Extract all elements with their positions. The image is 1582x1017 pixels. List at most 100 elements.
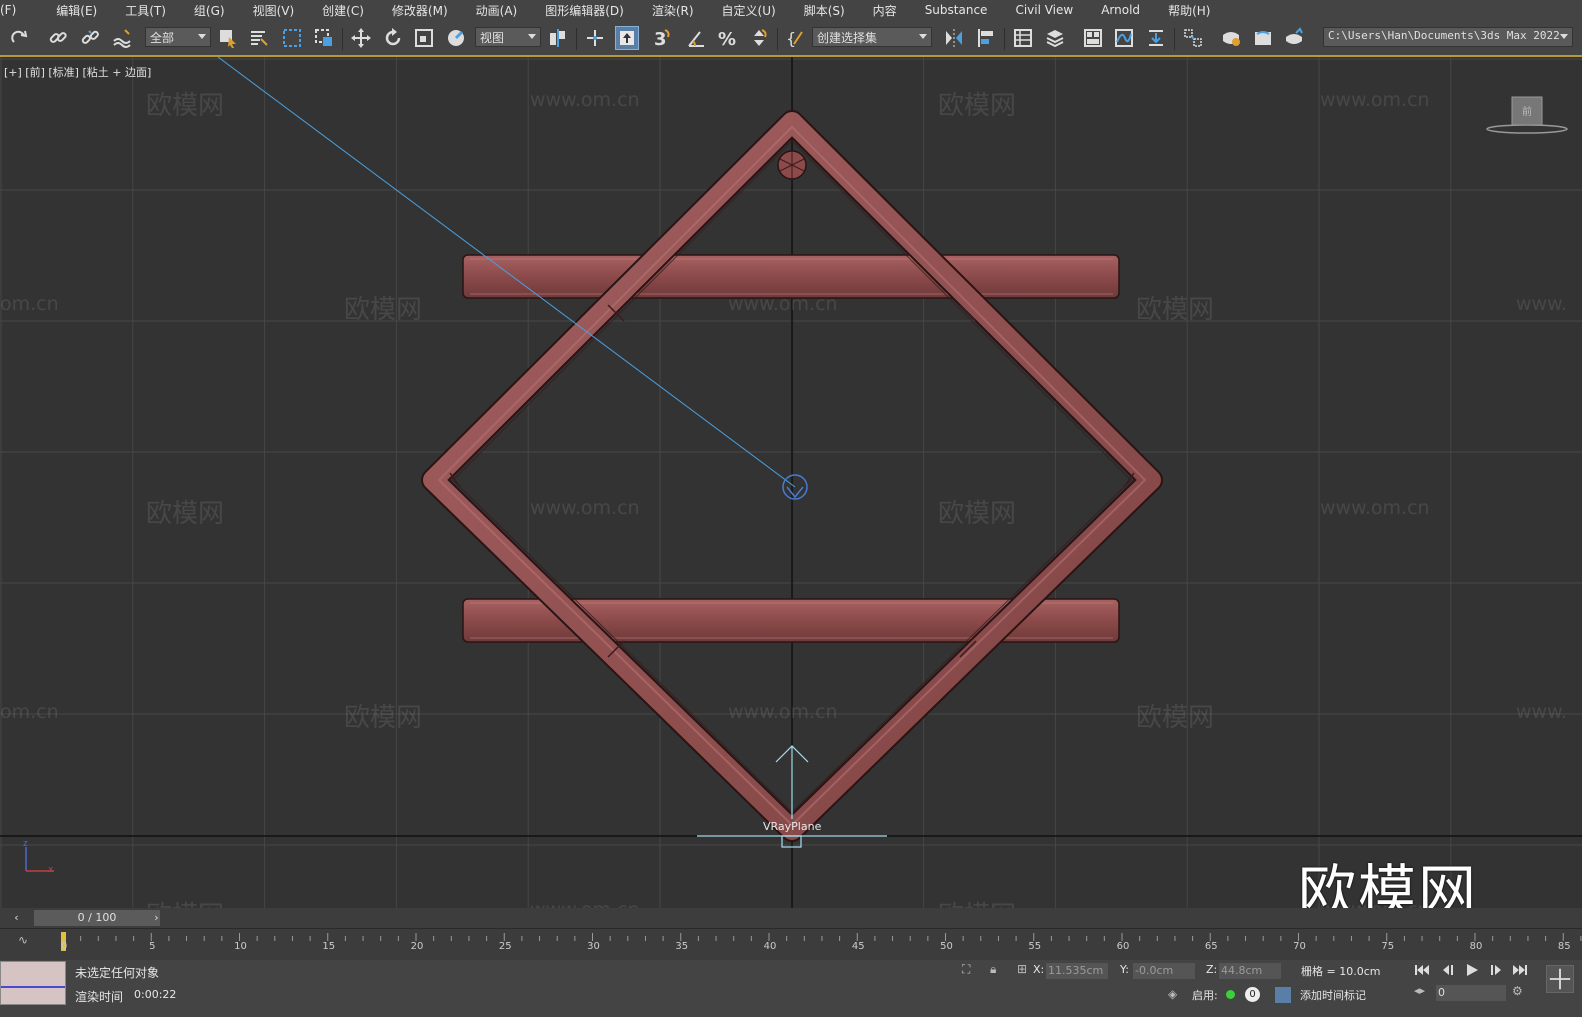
select-by-name-icon[interactable]: [247, 26, 271, 50]
spinner-snap-icon[interactable]: [747, 26, 771, 50]
viewport-label[interactable]: [+] [前] [标准] [粘土 + 边面]: [4, 64, 151, 80]
status-bar: 未选定任何对象 渲染时间 0:00:22 ⛶ 🔒︎ ⊞ X: 11.535cm …: [0, 960, 1582, 1017]
render-production-icon[interactable]: [1282, 26, 1306, 50]
curve-editor-icon[interactable]: [1112, 26, 1136, 50]
time-step-icon[interactable]: ◂▸: [1414, 984, 1425, 997]
unlink-icon[interactable]: [78, 26, 102, 50]
menu-substance[interactable]: Substance: [911, 3, 1002, 17]
current-frame-field[interactable]: 0: [1436, 985, 1506, 1001]
keyboard-shortcut-override-icon[interactable]: [615, 26, 639, 50]
chevron-left-icon[interactable]: ‹: [10, 910, 23, 926]
menu-create[interactable]: 创建(C): [308, 2, 378, 19]
isolate-selection-icon[interactable]: ⛶: [962, 962, 970, 977]
rendered-frame-window-icon[interactable]: [1251, 26, 1275, 50]
watermark: 欧模网: [344, 703, 423, 733]
menu-help[interactable]: 帮助(H): [1154, 2, 1224, 19]
viewport-grid: [0, 57, 1582, 908]
select-manipulate-icon[interactable]: [583, 26, 607, 50]
chevron-down-icon: [198, 34, 206, 39]
timeline-tick-label: 75: [1381, 941, 1395, 952]
timeline-tick-label: 5: [149, 941, 156, 952]
axis-x-label: x: [48, 865, 54, 875]
layer-explorer-icon[interactable]: [1043, 26, 1067, 50]
svg-text:3: 3: [654, 29, 667, 49]
adaptive-degradation-icon[interactable]: ◈: [1168, 987, 1177, 1001]
timeline-track[interactable]: ∿ 0 5 10 15 20 25 30 35 40 45 50 55 60 65 70 75 80 85: [0, 928, 1582, 961]
percent-snap-icon[interactable]: %: [716, 26, 740, 50]
maxscript-listener-preview[interactable]: [0, 961, 66, 1005]
menu-modifiers[interactable]: 修改器(M): [378, 2, 462, 19]
lock-icon[interactable]: 🔒︎: [990, 962, 996, 977]
scale-icon[interactable]: [412, 26, 436, 50]
selection-filter-dropdown[interactable]: 全部: [145, 27, 211, 47]
project-path-value: C:\Users\Han\Documents\3ds Max 2022: [1328, 29, 1560, 42]
chevron-down-icon: [1560, 34, 1568, 39]
menu-customize[interactable]: 自定义(U): [708, 2, 790, 19]
time-config-icon[interactable]: ⚙: [1512, 984, 1523, 998]
menu-view[interactable]: 视图(V): [239, 2, 309, 19]
time-slider-value[interactable]: 0 / 100: [34, 910, 160, 926]
next-frame-icon[interactable]: [1486, 961, 1506, 979]
go-to-end-icon[interactable]: [1510, 961, 1530, 979]
menu-civil-view[interactable]: Civil View: [1001, 3, 1087, 17]
scene-explorer-icon[interactable]: [1011, 26, 1035, 50]
render-setup-icon[interactable]: [1219, 26, 1243, 50]
menu-graph-editors[interactable]: 图形编辑器(D): [531, 2, 638, 19]
project-path-dropdown[interactable]: C:\Users\Han\Documents\3ds Max 2022: [1323, 27, 1573, 47]
window-crossing-icon[interactable]: [312, 26, 336, 50]
z-coordinate-field[interactable]: 44.8cm: [1219, 963, 1281, 979]
link-icon[interactable]: [46, 26, 70, 50]
snaps-toggle-icon[interactable]: 3: [651, 26, 675, 50]
menu-file[interactable]: (F): [0, 3, 30, 17]
chevron-right-icon[interactable]: ›: [150, 910, 163, 926]
chevron-down-icon: [919, 34, 927, 39]
placement-icon[interactable]: [444, 26, 468, 50]
mini-curve-editor-icon[interactable]: ∿: [18, 933, 28, 947]
add-time-tag-button[interactable]: 添加时间标记: [1300, 987, 1366, 1003]
go-to-start-icon[interactable]: [1412, 961, 1432, 979]
align-icon[interactable]: [974, 26, 998, 50]
x-coordinate-field[interactable]: 11.535cm: [1046, 963, 1108, 979]
menu-rendering[interactable]: 渲染(R): [638, 2, 708, 19]
viewport-navigation-icon[interactable]: [1546, 965, 1574, 993]
time-slider[interactable]: ‹ 0 / 100 ›: [10, 910, 160, 926]
rectangular-selection-icon[interactable]: [280, 26, 304, 50]
select-object-icon[interactable]: [216, 26, 240, 50]
toolbar-separator: [1174, 28, 1175, 50]
rotate-icon[interactable]: [381, 26, 405, 50]
menu-arnold[interactable]: Arnold: [1087, 3, 1154, 17]
time-tag-icon[interactable]: [1275, 987, 1291, 1003]
timeline-ticks: [62, 933, 1582, 941]
menu-edit[interactable]: 编辑(E): [30, 2, 111, 19]
front-viewport[interactable]: [+] [前] [标准] [粘土 + 边面] 欧模网 www.om.cn 欧模网 ww…: [0, 57, 1582, 908]
y-coordinate-field[interactable]: -0.0cm: [1133, 963, 1195, 979]
grid-size: 栅格 = 10.0cm: [1301, 965, 1381, 978]
enable-count-badge[interactable]: 0: [1245, 987, 1260, 1002]
reference-coordinate-dropdown[interactable]: 视图: [475, 27, 541, 47]
material-editor-icon[interactable]: [1181, 26, 1205, 50]
menu-tools[interactable]: 工具(T): [111, 2, 180, 19]
angle-snap-icon[interactable]: [684, 26, 708, 50]
menu-group[interactable]: 组(G): [180, 2, 239, 19]
bind-space-warp-icon[interactable]: [110, 26, 134, 50]
named-selection-set-dropdown[interactable]: 创建选择集: [812, 27, 932, 47]
watermark: 欧模网: [344, 295, 423, 325]
redo-icon[interactable]: [8, 26, 32, 50]
edit-named-selection-icon[interactable]: {: [784, 26, 808, 50]
mirror-icon[interactable]: [942, 26, 966, 50]
menu-animation[interactable]: 动画(A): [462, 2, 532, 19]
toggle-ribbon-icon[interactable]: [1081, 26, 1105, 50]
menu-content[interactable]: 内容: [859, 2, 911, 19]
play-icon[interactable]: [1462, 961, 1482, 979]
render-time-value: 0:00:22: [134, 988, 177, 1001]
upper-horizontal-bar[interactable]: [462, 254, 1120, 299]
move-icon[interactable]: [349, 26, 373, 50]
z-coordinate-label: Z:: [1206, 963, 1218, 976]
absolute-mode-icon[interactable]: ⊞: [1017, 962, 1027, 976]
axis-z-label: z: [23, 839, 28, 849]
watermark: 欧模网: [938, 499, 1017, 529]
pivot-center-icon[interactable]: [546, 26, 570, 50]
previous-frame-icon[interactable]: [1438, 961, 1458, 979]
menu-scripting[interactable]: 脚本(S): [790, 2, 859, 19]
schematic-view-icon[interactable]: [1144, 26, 1168, 50]
